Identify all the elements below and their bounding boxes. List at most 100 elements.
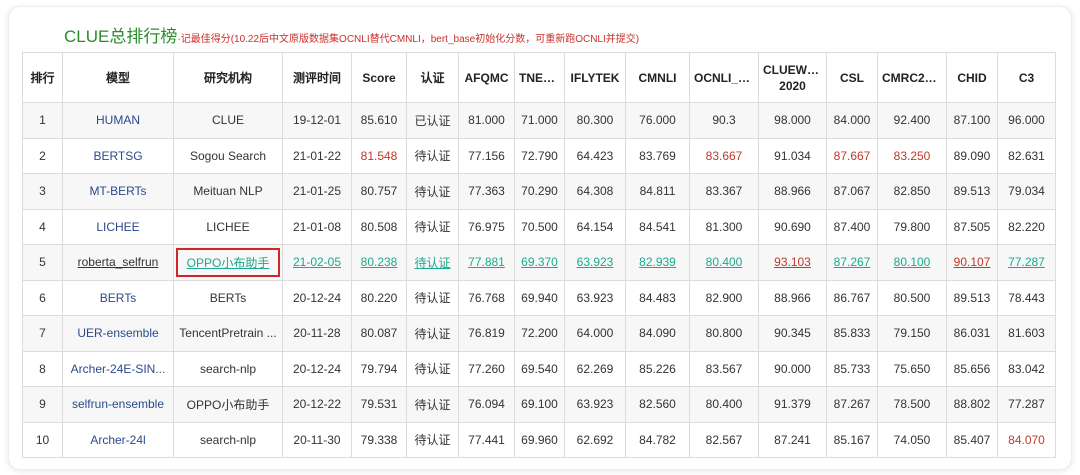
table-row[interactable]: 2 BERTSG Sogou Search 21-01-22 81.548 待认证 77.1… bbox=[22, 137, 1056, 174]
task-score-cell: 63.923 bbox=[564, 386, 626, 423]
column-header[interactable]: OCNLI_50K bbox=[689, 52, 759, 103]
rank-cell: 6 bbox=[22, 279, 63, 316]
task-score-cell: 69.940 bbox=[514, 279, 565, 316]
table-row[interactable]: 5 roberta_selfrun OPPO小布助手 21-02-05 80.238 待认… bbox=[22, 244, 1056, 281]
table-row[interactable]: 1 HUMAN CLUE 19-12-01 85.610 已认证 81.000 71.000 8… bbox=[22, 102, 1056, 139]
cert-cell: 待认证 bbox=[406, 350, 459, 387]
task-score-cell: 78.500 bbox=[877, 386, 947, 423]
column-header[interactable]: CMNLI bbox=[625, 52, 690, 103]
table-row[interactable]: 8 Archer-24E-SIN... search-nlp 20-12-24 79.7… bbox=[22, 350, 1056, 387]
model-link[interactable]: BERTSG bbox=[62, 137, 174, 174]
cert-cell: 待认证 bbox=[406, 208, 459, 245]
model-link[interactable]: Archer-24l bbox=[62, 421, 174, 458]
rank-cell: 9 bbox=[22, 386, 63, 423]
column-header[interactable]: CHID bbox=[946, 52, 998, 103]
task-score-cell: 87.667 bbox=[826, 137, 878, 174]
task-score-cell: 89.513 bbox=[946, 279, 998, 316]
task-score-cell: 83.367 bbox=[689, 173, 759, 210]
score-cell: 80.220 bbox=[351, 279, 407, 316]
task-score-cell: 88.966 bbox=[758, 173, 827, 210]
column-header[interactable]: C3 bbox=[997, 52, 1056, 103]
column-header[interactable]: CLUEWSC 2020 bbox=[758, 52, 827, 103]
column-header[interactable]: 测评时间 bbox=[282, 52, 352, 103]
task-score-cell: 76.768 bbox=[458, 279, 515, 316]
task-score-cell: 90.690 bbox=[758, 208, 827, 245]
date-cell: 21-02-05 bbox=[282, 244, 352, 281]
task-score-cell: 79.150 bbox=[877, 315, 947, 352]
cert-cell: 待认证 bbox=[406, 315, 459, 352]
org-link[interactable]: OPPO小布助手 bbox=[173, 244, 283, 281]
highlight-box bbox=[176, 248, 280, 277]
task-score-cell: 80.800 bbox=[689, 315, 759, 352]
task-score-cell: 85.226 bbox=[625, 350, 690, 387]
task-score-cell: 72.790 bbox=[514, 137, 565, 174]
task-score-cell: 64.423 bbox=[564, 137, 626, 174]
column-header[interactable]: TNEWS bbox=[514, 52, 565, 103]
model-link[interactable]: Archer-24E-SIN... bbox=[62, 350, 174, 387]
task-score-cell: 85.407 bbox=[946, 421, 998, 458]
task-score-cell: 87.067 bbox=[826, 173, 878, 210]
org-link[interactable]: BERTs bbox=[173, 279, 283, 316]
task-score-cell: 82.900 bbox=[689, 279, 759, 316]
column-header[interactable]: 研究机构 bbox=[173, 52, 283, 103]
task-score-cell: 77.363 bbox=[458, 173, 515, 210]
task-score-cell: 79.800 bbox=[877, 208, 947, 245]
cert-cell: 待认证 bbox=[406, 137, 459, 174]
column-header[interactable]: CMRC2018 bbox=[877, 52, 947, 103]
model-link[interactable]: HUMAN bbox=[62, 102, 174, 139]
task-score-cell: 90.107 bbox=[946, 244, 998, 281]
task-score-cell: 84.811 bbox=[625, 173, 690, 210]
model-link[interactable]: LICHEE bbox=[62, 208, 174, 245]
table-row[interactable]: 10 Archer-24l search-nlp 20-11-30 79.338 待认证 7… bbox=[22, 421, 1056, 458]
column-header[interactable]: IFLYTEK bbox=[564, 52, 626, 103]
table-row[interactable]: 7 UER-ensemble TencentPretrain ... 20-11-28… bbox=[22, 315, 1056, 352]
task-score-cell: 87.267 bbox=[826, 386, 878, 423]
rank-cell: 3 bbox=[22, 173, 63, 210]
task-score-cell: 84.483 bbox=[625, 279, 690, 316]
score-cell: 79.531 bbox=[351, 386, 407, 423]
org-link[interactable]: Meituan NLP bbox=[173, 173, 283, 210]
model-link[interactable]: MT-BERTs bbox=[62, 173, 174, 210]
model-link[interactable]: UER-ensemble bbox=[62, 315, 174, 352]
leaderboard-table: 排行 模型 研究机构 测评时间 Score 认证 AFQMC TNEWS IFLYTEK CMNL… bbox=[22, 52, 1056, 458]
cert-cell: 待认证 bbox=[406, 173, 459, 210]
task-score-cell: 77.287 bbox=[997, 386, 1056, 423]
model-link[interactable]: roberta_selfrun bbox=[62, 244, 174, 281]
task-score-cell: 82.220 bbox=[997, 208, 1056, 245]
model-link[interactable]: selfrun-ensemble bbox=[62, 386, 174, 423]
cert-cell: 已认证 bbox=[406, 102, 459, 139]
column-header[interactable]: AFQMC bbox=[458, 52, 515, 103]
org-link[interactable]: search-nlp bbox=[173, 421, 283, 458]
org-link[interactable]: search-nlp bbox=[173, 350, 283, 387]
column-header[interactable]: CSL bbox=[826, 52, 878, 103]
task-score-cell: 84.541 bbox=[625, 208, 690, 245]
task-score-cell: 72.200 bbox=[514, 315, 565, 352]
rank-cell: 8 bbox=[22, 350, 63, 387]
task-score-cell: 84.782 bbox=[625, 421, 690, 458]
task-score-cell: 82.939 bbox=[625, 244, 690, 281]
table-row[interactable]: 4 LICHEE LICHEE 21-01-08 80.508 待认证 76.975 70.5… bbox=[22, 208, 1056, 245]
column-header[interactable]: 认证 bbox=[406, 52, 459, 103]
date-cell: 20-11-30 bbox=[282, 421, 352, 458]
org-link[interactable]: Sogou Search bbox=[173, 137, 283, 174]
rank-cell: 10 bbox=[22, 421, 63, 458]
table-row[interactable]: 3 MT-BERTs Meituan NLP 21-01-25 80.757 待认证 77.… bbox=[22, 173, 1056, 210]
task-score-cell: 80.400 bbox=[689, 244, 759, 281]
column-header[interactable]: 排行 bbox=[22, 52, 63, 103]
table-row[interactable]: 9 selfrun-ensemble OPPO小布助手 20-12-22 79.531 待… bbox=[22, 386, 1056, 423]
org-link[interactable]: TencentPretrain ... bbox=[173, 315, 283, 352]
task-score-cell: 83.769 bbox=[625, 137, 690, 174]
date-cell: 20-11-28 bbox=[282, 315, 352, 352]
org-link[interactable]: CLUE bbox=[173, 102, 283, 139]
task-score-cell: 69.100 bbox=[514, 386, 565, 423]
table-header: 排行 模型 研究机构 测评时间 Score 认证 AFQMC TNEWS IFLYTEK CMNL… bbox=[22, 52, 1056, 103]
model-link[interactable]: BERTs bbox=[62, 279, 174, 316]
org-link[interactable]: OPPO小布助手 bbox=[173, 386, 283, 423]
task-score-cell: 93.103 bbox=[758, 244, 827, 281]
column-header[interactable]: Score bbox=[351, 52, 407, 103]
task-score-cell: 77.260 bbox=[458, 350, 515, 387]
column-header[interactable]: 模型 bbox=[62, 52, 174, 103]
task-score-cell: 62.692 bbox=[564, 421, 626, 458]
table-row[interactable]: 6 BERTs BERTs 20-12-24 80.220 待认证 76.768 69.940… bbox=[22, 279, 1056, 316]
org-link[interactable]: LICHEE bbox=[173, 208, 283, 245]
